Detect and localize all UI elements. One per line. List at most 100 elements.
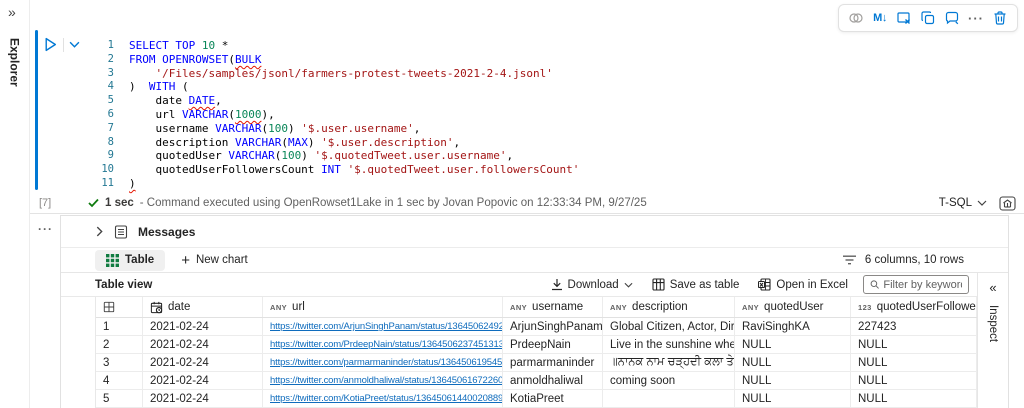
- table-grid-icon: [106, 254, 119, 267]
- code-text: '/Files/samples/jsonl/farmers-protest-tw…: [129, 67, 553, 81]
- row-number: 2: [96, 336, 143, 353]
- run-cell-button[interactable]: [43, 37, 58, 52]
- tweet-url-link[interactable]: https://twitter.com/KotiaPreet/status/13…: [270, 393, 503, 404]
- cell-username: PrdeepNain: [503, 336, 603, 353]
- cell-status-bar: 1 sec - Command executed using OpenRowse…: [88, 195, 1016, 211]
- inspect-label[interactable]: Inspect: [987, 305, 999, 342]
- code-line: 11): [94, 177, 579, 191]
- run-controls: [43, 37, 80, 52]
- tweet-url-link[interactable]: https://twitter.com/ArjunSinghPanam/stat…: [270, 321, 503, 332]
- sql-editor[interactable]: 1SELECT TOP 10 *2FROM OPENROWSET(BULK3 '…: [94, 39, 579, 191]
- delete-cell-button[interactable]: [989, 7, 1011, 29]
- messages-section[interactable]: Messages: [61, 216, 1008, 248]
- line-number: 11: [94, 177, 114, 191]
- search-icon: [870, 279, 879, 290]
- column-header-description[interactable]: ANYdescription: [603, 297, 735, 317]
- code-text: username VARCHAR(100) '$.user.username',: [129, 122, 420, 136]
- language-selector[interactable]: T-SQL: [939, 197, 987, 209]
- column-label: quotedUser: [764, 301, 823, 313]
- cell-quoted-user: NULL: [735, 390, 851, 407]
- line-number: 9: [94, 149, 114, 163]
- code-text: quotedUser VARCHAR(100) '$.quotedTweet.u…: [129, 149, 513, 163]
- comment-button[interactable]: [941, 7, 963, 29]
- expand-inspect-icon[interactable]: «: [989, 280, 996, 295]
- explorer-rail: » Explorer: [0, 0, 30, 408]
- column-header-date[interactable]: date: [143, 297, 263, 317]
- divider: [63, 38, 64, 52]
- grid-body: 12021-02-24https://twitter.com/ArjunSing…: [96, 318, 977, 408]
- results-summary: 6 columns, 10 rows: [843, 254, 964, 266]
- line-number: 4: [94, 80, 114, 94]
- code-text: quotedUserFollowersCount INT '$.quotedTw…: [129, 163, 579, 177]
- cell-url[interactable]: https://twitter.com/parmarmaninder/statu…: [263, 354, 503, 371]
- column-row-count: 6 columns, 10 rows: [865, 254, 964, 266]
- cell-username: parmarmaninder: [503, 354, 603, 371]
- results-tab-bar: Table + New chart 6 columns, 10 rows: [61, 248, 1008, 273]
- line-number: 10: [94, 163, 114, 177]
- filter-search-box[interactable]: [863, 275, 969, 294]
- filter-keyword-input[interactable]: [883, 279, 962, 291]
- plus-icon: +: [181, 253, 190, 268]
- table-view-area: Table view Download Save as table Open i…: [61, 273, 977, 408]
- status-message: - Command executed using OpenRowset1Lake…: [140, 197, 647, 209]
- table-row: 32021-02-24https://twitter.com/parmarman…: [96, 354, 977, 372]
- open-in-excel-button[interactable]: Open in Excel: [758, 278, 848, 291]
- expand-panel-icon[interactable]: »: [8, 4, 16, 20]
- select-all-icon: [103, 301, 115, 313]
- more-actions-button[interactable]: ···: [965, 7, 987, 29]
- lakehouse-icon: [999, 196, 1016, 211]
- code-text: FROM OPENROWSET(BULK: [129, 53, 261, 67]
- line-number: 8: [94, 136, 114, 150]
- cell-date: 2021-02-24: [143, 372, 263, 389]
- grid-header: dateANYurl ANY username ANYdescriptionANYqu…: [96, 297, 977, 318]
- cell-quoted-user: NULL: [735, 336, 851, 353]
- code-line: 2FROM OPENROWSET(BULK: [94, 53, 579, 67]
- row-number: 3: [96, 354, 143, 371]
- cell-url[interactable]: https://twitter.com/KotiaPreet/status/13…: [263, 390, 503, 407]
- duplicate-cell-button[interactable]: [917, 7, 939, 29]
- results-panel: Messages Table + New chart 6 columns, 10…: [60, 215, 1009, 408]
- lakehouse-button[interactable]: [999, 196, 1016, 211]
- code-line: 3 '/Files/samples/jsonl/farmers-protest-…: [94, 67, 579, 81]
- clear-output-button[interactable]: [893, 7, 915, 29]
- cell-url[interactable]: https://twitter.com/ArjunSinghPanam/stat…: [263, 318, 503, 335]
- cell-url[interactable]: https://twitter.com/PrdeepNain/status/13…: [263, 336, 503, 353]
- column-header-select-all[interactable]: [96, 297, 143, 317]
- comment-icon: [944, 10, 960, 26]
- cell-followers-count: NULL: [851, 390, 977, 407]
- cell-output-more-button[interactable]: ···: [38, 222, 53, 236]
- column-header-username[interactable]: ANY username: [503, 297, 603, 317]
- cell-quoted-user: NULL: [735, 354, 851, 371]
- column-label: quotedUserFollowersCount: [877, 301, 977, 313]
- cell-description: Live in the sunshine where you ...: [603, 336, 735, 353]
- column-header-quotedUser[interactable]: ANYquotedUser: [735, 297, 851, 317]
- line-number: 5: [94, 94, 114, 108]
- active-cell-indicator: [35, 30, 38, 190]
- tweet-url-link[interactable]: https://twitter.com/PrdeepNain/status/13…: [270, 339, 503, 350]
- cell-followers-count: NULL: [851, 372, 977, 389]
- column-header-quotedUserFollowersCount[interactable]: 123quotedUserFollowersCount: [851, 297, 977, 317]
- code-lines: 1SELECT TOP 10 *2FROM OPENROWSET(BULK3 '…: [94, 39, 579, 191]
- tab-table[interactable]: Table: [95, 250, 165, 271]
- language-label: T-SQL: [939, 197, 972, 209]
- code-line: 7 username VARCHAR(100) '$.user.username…: [94, 122, 579, 136]
- markdown-icon: M↓: [873, 12, 887, 24]
- code-text: SELECT TOP 10 *: [129, 39, 228, 53]
- filter-icon[interactable]: [843, 255, 856, 265]
- explorer-rail-label[interactable]: Explorer: [8, 38, 22, 87]
- cell-url[interactable]: https://twitter.com/anmoldhaliwal/status…: [263, 372, 503, 389]
- tweet-url-link[interactable]: https://twitter.com/parmarmaninder/statu…: [270, 357, 503, 368]
- save-as-table-button[interactable]: Save as table: [652, 278, 740, 291]
- copilot-icon[interactable]: [845, 7, 867, 29]
- run-options-chevron[interactable]: [69, 41, 80, 48]
- new-chart-button[interactable]: + New chart: [181, 253, 248, 268]
- code-text: description VARCHAR(MAX) '$.user.descrip…: [129, 136, 460, 150]
- tweet-url-link[interactable]: https://twitter.com/anmoldhaliwal/status…: [270, 375, 503, 386]
- type-badge: ANY: [510, 303, 527, 312]
- convert-to-markdown-button[interactable]: M↓: [869, 7, 891, 29]
- chevron-right-icon: [95, 226, 104, 237]
- download-button[interactable]: Download: [551, 278, 633, 291]
- column-label: url: [292, 301, 305, 313]
- column-header-url[interactable]: ANYurl: [263, 297, 503, 317]
- column-label: username: [532, 301, 583, 313]
